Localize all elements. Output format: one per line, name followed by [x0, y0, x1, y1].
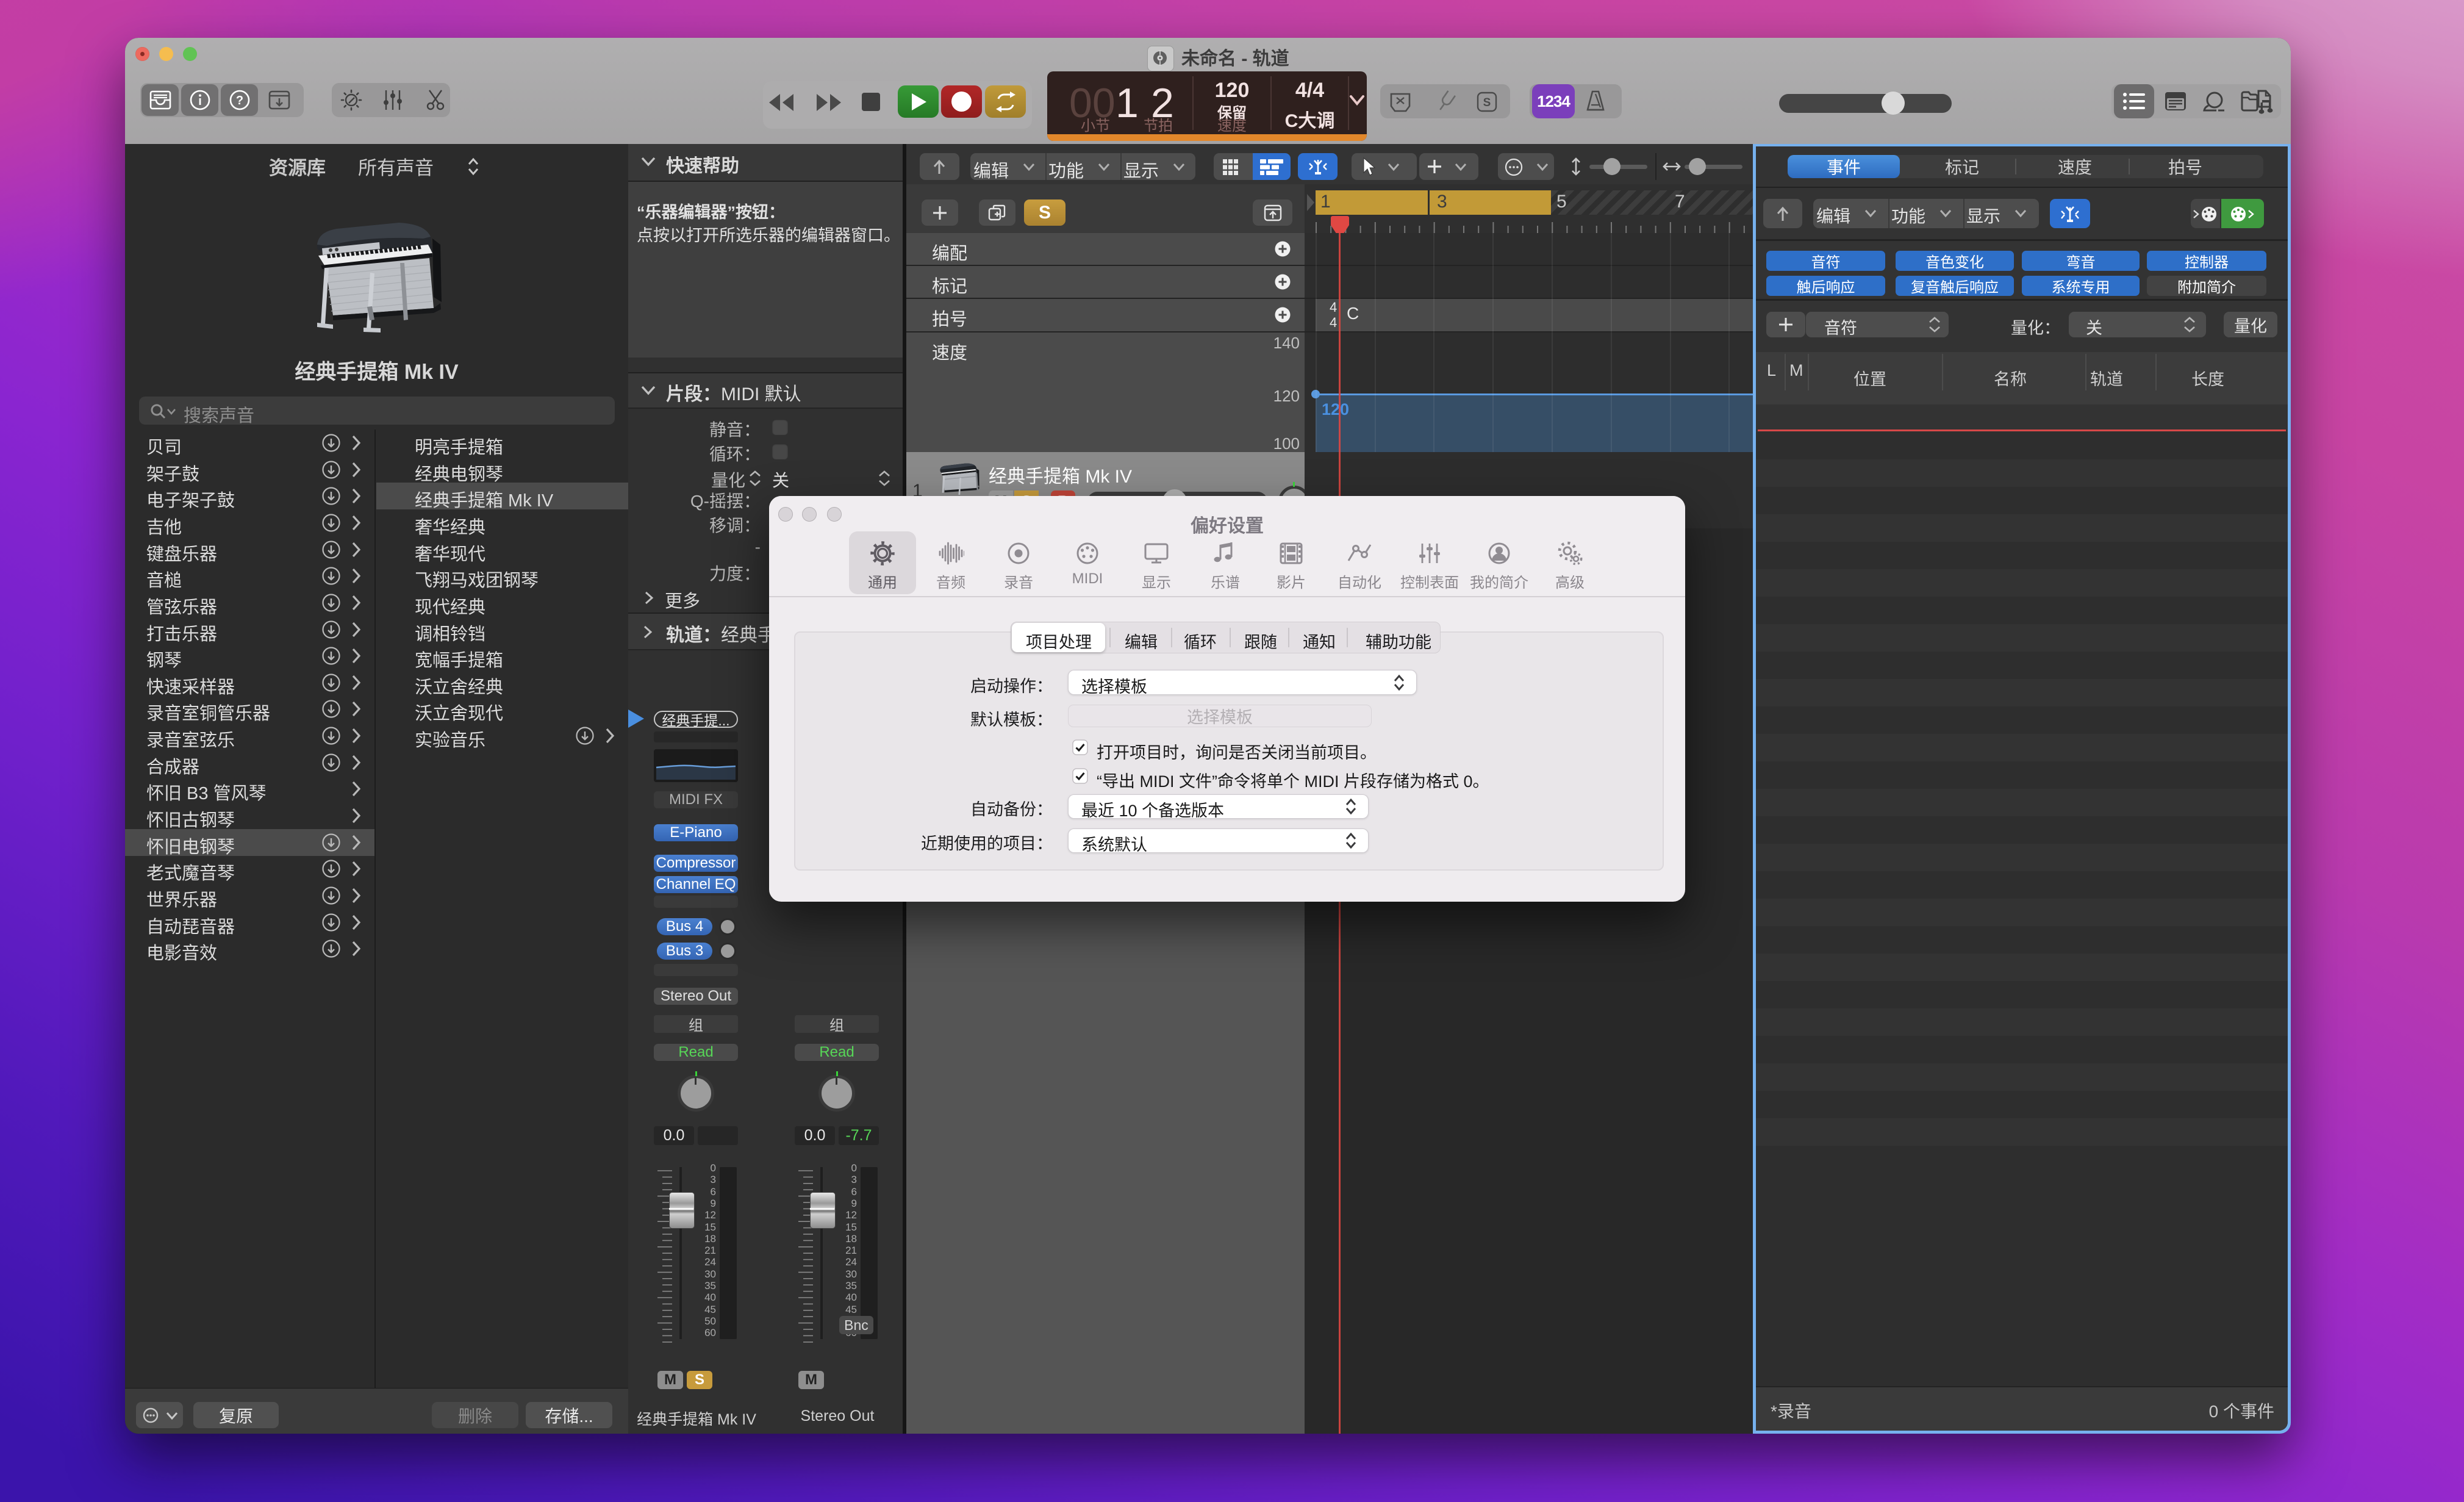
svg-text:?: ?	[236, 94, 243, 107]
svg-text:S: S	[1483, 96, 1491, 109]
